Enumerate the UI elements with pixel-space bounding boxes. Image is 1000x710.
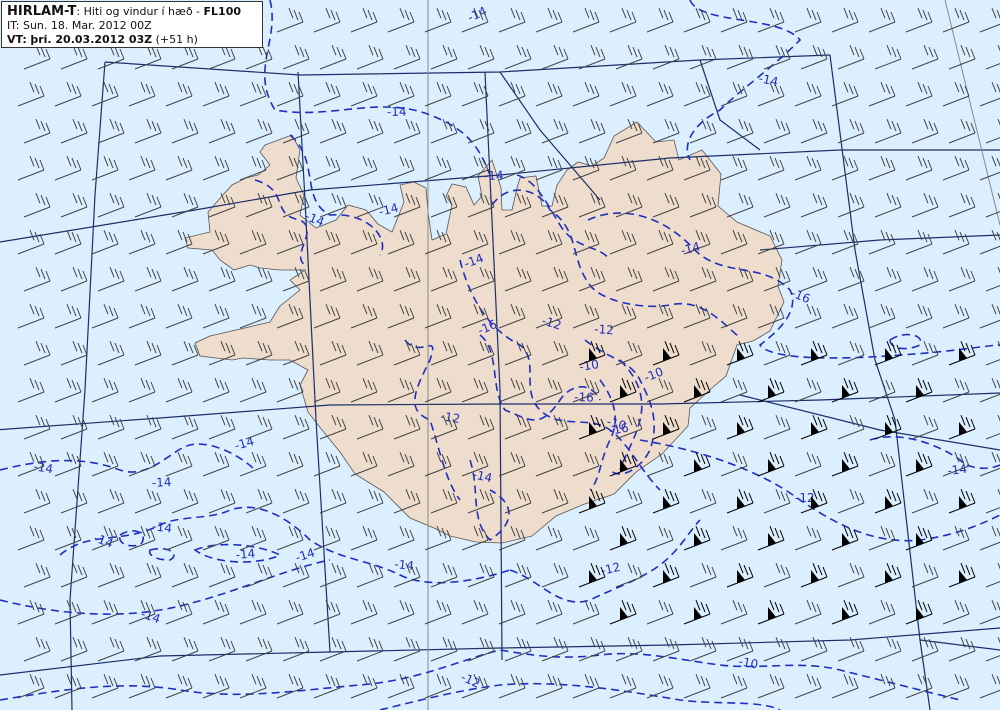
lead-time: (+51 h) xyxy=(155,33,198,46)
initial-time: IT: Sun. 18. Mar. 2012 00Z xyxy=(7,19,152,32)
map-legend-box: HIRLAM-T: Hiti og vindur í hæð - FL100 I… xyxy=(1,1,263,48)
flight-level: FL100 xyxy=(203,5,242,18)
map-canvas: -14-14-14-14-14-14-14-14-14-14-14 -14-14-… xyxy=(0,0,1000,710)
map-description: Hiti og vindur í hæð - xyxy=(83,5,204,18)
model-name: HIRLAM-T xyxy=(7,4,77,19)
weather-map: -14 -14 -14 -14 -14 -14 -14 -14 -14 -14 -14 -14 -14-… xyxy=(0,0,1000,710)
title-separator: : xyxy=(76,5,84,18)
contour-label: -14 xyxy=(387,105,407,119)
contour-label: -14 xyxy=(947,462,968,478)
valid-time-value: þri. 20.03.2012 03Z xyxy=(30,33,153,46)
legend-title-line: HIRLAM-T: Hiti og vindur í hæð - FL100 xyxy=(7,5,257,19)
valid-time-line: VT: þri. 20.03.2012 03Z (+51 h) xyxy=(7,33,257,47)
contour-label: -14 xyxy=(235,546,256,562)
valid-time-label: VT: xyxy=(7,33,27,46)
contour-label: -12 xyxy=(594,322,615,337)
contour-label: -14 xyxy=(152,519,173,536)
contour-label: -14 xyxy=(151,475,171,490)
